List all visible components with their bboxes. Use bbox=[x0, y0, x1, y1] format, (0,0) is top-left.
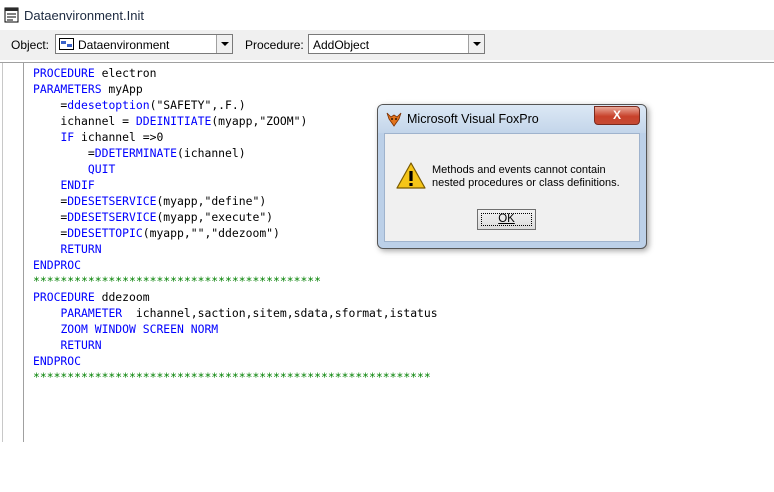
code-keyword: ZOOM WINDOW SCREEN NORM bbox=[60, 322, 219, 336]
code-keyword: QUIT bbox=[87, 162, 116, 176]
code-token: = bbox=[33, 210, 68, 224]
code-token: electron bbox=[94, 66, 157, 80]
ok-button[interactable]: OK bbox=[477, 209, 536, 230]
code-line[interactable]: PARAMETER ichannel,saction,sitem,sdata,s… bbox=[33, 305, 438, 321]
code-token: (myapp,"define") bbox=[156, 194, 267, 208]
code-line[interactable]: PROCEDURE ddezoom bbox=[33, 289, 438, 305]
code-comment: ****************************************… bbox=[33, 370, 431, 384]
code-keyword: ENDPROC bbox=[33, 354, 82, 368]
chevron-down-icon[interactable] bbox=[216, 35, 232, 53]
code-line[interactable]: RETURN bbox=[33, 337, 438, 353]
procedure-value: AddObject bbox=[313, 38, 370, 52]
code-token: ("SAFETY",.F.) bbox=[149, 98, 246, 112]
object-dropdown[interactable]: Dataenvironment bbox=[55, 34, 233, 54]
code-keyword: ddesetoption bbox=[67, 98, 150, 112]
ok-label: OK bbox=[498, 213, 515, 225]
code-keyword: DDESETTOPIC bbox=[67, 226, 143, 240]
code-keyword: ENDPROC bbox=[33, 258, 82, 272]
code-token: ichannel,saction,sitem,sdata,sformat,ist… bbox=[122, 306, 438, 320]
procedure-dropdown[interactable]: AddObject bbox=[308, 34, 485, 54]
code-token: = bbox=[33, 226, 68, 240]
code-token: (myapp,"execute") bbox=[156, 210, 274, 224]
dialog-title-bar: Microsoft Visual FoxPro X bbox=[378, 105, 646, 133]
dialog-title: Microsoft Visual FoxPro bbox=[407, 112, 539, 126]
object-value: Dataenvironment bbox=[78, 38, 170, 52]
code-token: (myapp,"ZOOM") bbox=[211, 114, 308, 128]
dialog-message-line1: Methods and events cannot contain bbox=[432, 164, 606, 176]
code-token: ichannel =>0 bbox=[74, 130, 164, 144]
code-keyword: DDESETSERVICE bbox=[67, 194, 157, 208]
code-line[interactable]: ENDPROC bbox=[33, 353, 438, 369]
title-bar: Dataenvironment.Init bbox=[0, 0, 774, 30]
dialog-body: Methods and events cannot contain nested… bbox=[384, 133, 640, 242]
code-token: (myapp,"","ddezoom") bbox=[142, 226, 280, 240]
code-keyword: DDETERMINATE bbox=[94, 146, 178, 160]
code-keyword: DDESETSERVICE bbox=[67, 210, 157, 224]
code-line[interactable]: PARAMETERS myApp bbox=[33, 81, 438, 97]
code-keyword: PROCEDURE bbox=[33, 66, 95, 80]
object-label: Object: bbox=[11, 38, 50, 52]
code-keyword: IF bbox=[60, 130, 75, 144]
code-window-toolbar: Object: Dataenvironment Procedure: AddOb… bbox=[0, 30, 774, 60]
code-token: myApp bbox=[101, 82, 143, 96]
editor-gutter bbox=[2, 63, 24, 442]
code-keyword: DDEINITIATE bbox=[135, 114, 212, 128]
code-keyword: RETURN bbox=[60, 338, 102, 352]
code-line[interactable]: ****************************************… bbox=[33, 369, 438, 385]
code-comment: ****************************************… bbox=[33, 274, 322, 288]
dialog-message-line2: nested procedures or class definitions. bbox=[432, 177, 620, 189]
warning-icon bbox=[396, 162, 426, 189]
procedure-label: Procedure: bbox=[245, 38, 304, 52]
code-line[interactable]: ZOOM WINDOW SCREEN NORM bbox=[33, 321, 438, 337]
code-token: = bbox=[33, 146, 95, 160]
window-title: Dataenvironment.Init bbox=[24, 8, 144, 23]
code-keyword: PARAMETERS bbox=[33, 82, 102, 96]
code-token: = bbox=[33, 194, 68, 208]
code-line[interactable]: ENDPROC bbox=[33, 257, 438, 273]
close-icon: X bbox=[612, 108, 621, 122]
code-keyword: PROCEDURE bbox=[33, 290, 95, 304]
code-keyword: ENDIF bbox=[60, 178, 95, 192]
code-token: ddezoom bbox=[94, 290, 150, 304]
close-button[interactable]: X bbox=[594, 106, 640, 125]
code-keyword: RETURN bbox=[60, 242, 102, 256]
form-icon bbox=[4, 7, 19, 23]
code-line[interactable]: PROCEDURE electron bbox=[33, 65, 438, 81]
foxpro-icon bbox=[386, 112, 402, 127]
code-token: (ichannel) bbox=[177, 146, 246, 160]
chevron-down-icon[interactable] bbox=[468, 35, 484, 53]
code-token: = bbox=[33, 98, 68, 112]
code-keyword: PARAMETER bbox=[60, 306, 123, 320]
code-line[interactable]: ****************************************… bbox=[33, 273, 438, 289]
dataenvironment-icon bbox=[59, 38, 74, 50]
code-token: ichannel = bbox=[33, 114, 136, 128]
error-dialog: Microsoft Visual FoxPro X Methods and ev… bbox=[377, 104, 647, 249]
